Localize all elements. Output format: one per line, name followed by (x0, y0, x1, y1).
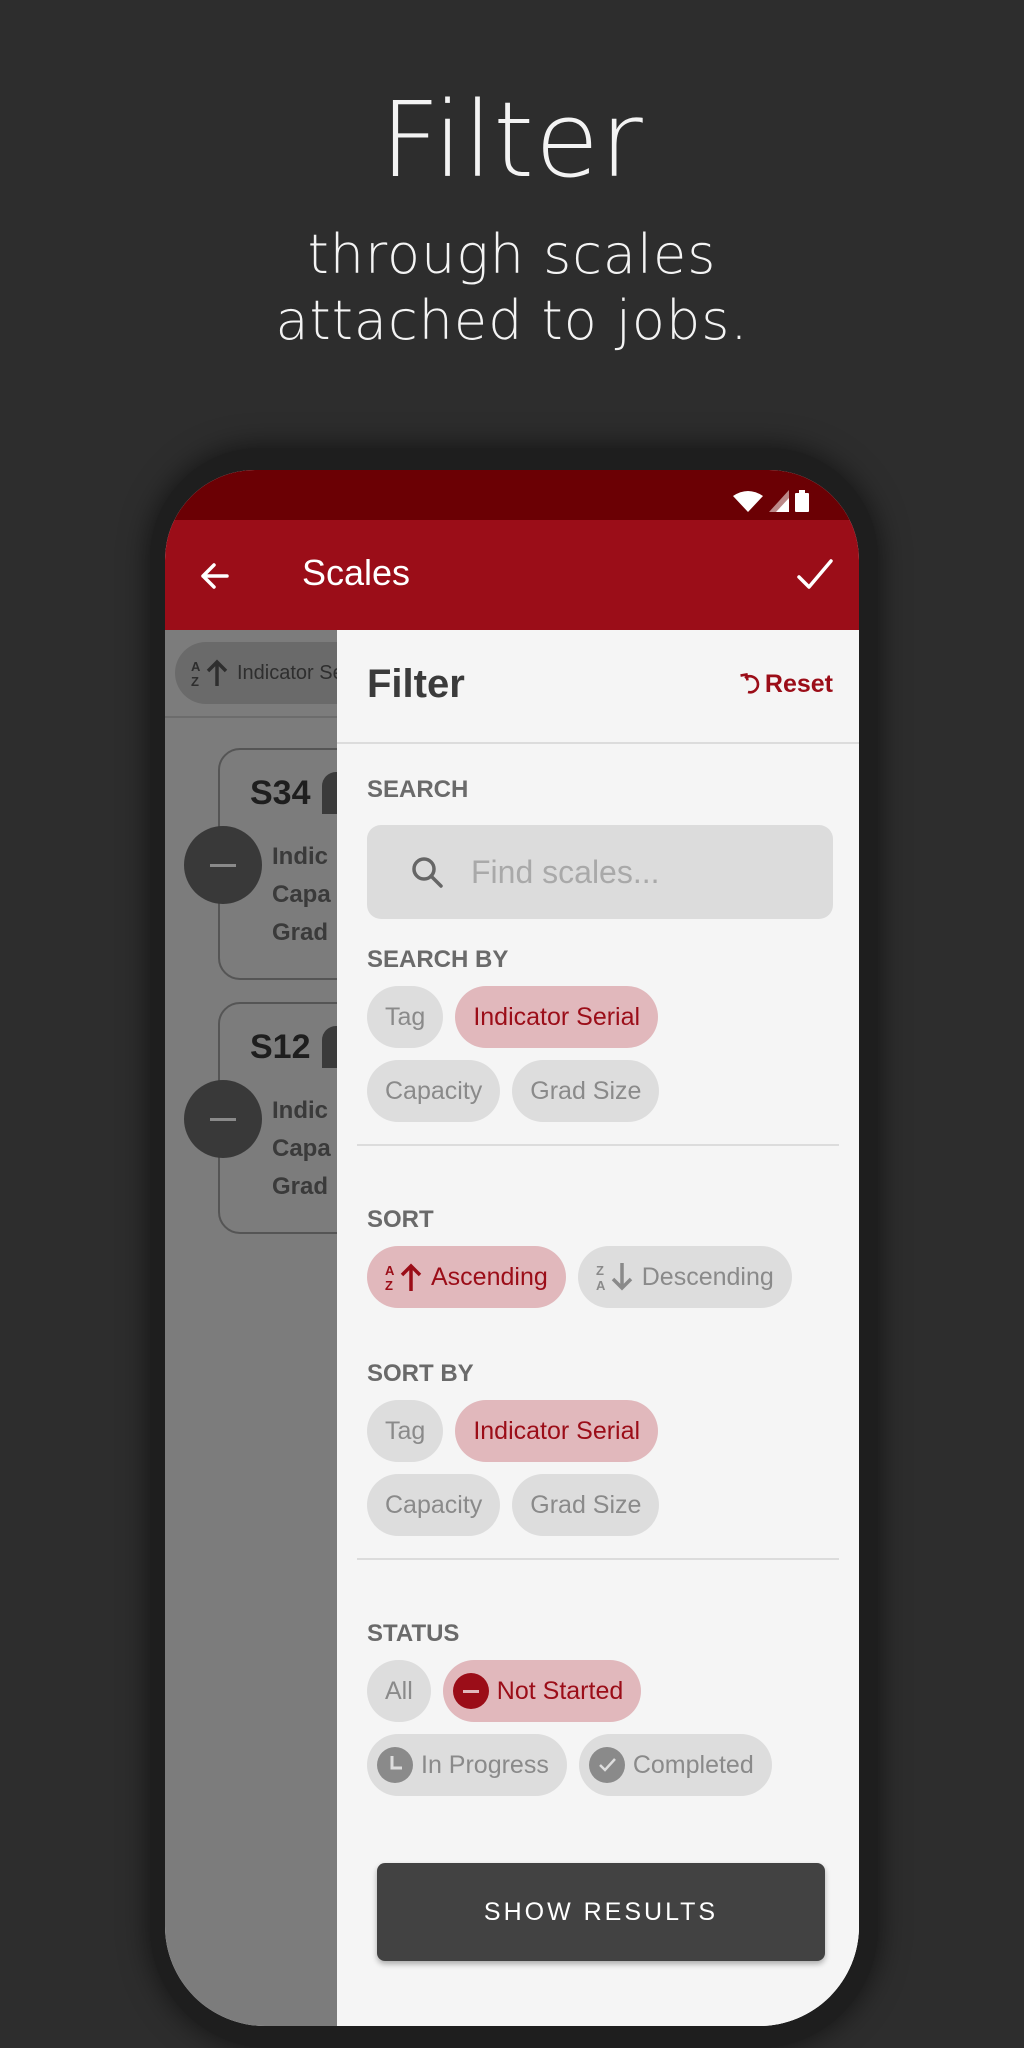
status-bar (165, 470, 859, 520)
card-line: Capa (272, 881, 331, 908)
sort-chip-ascending[interactable]: A Z Ascending (367, 1246, 566, 1308)
status-section-label: STATUS (367, 1620, 460, 1647)
promo-subtitle-line-1: through scales (307, 223, 717, 286)
section-divider (357, 1558, 839, 1560)
scale-card-details: Indic Capa Grad (272, 838, 331, 952)
sort-by-section-label: SORT BY (367, 1360, 474, 1387)
header-divider (337, 742, 859, 744)
wifi-icon (733, 491, 763, 512)
app-bar: Scales (165, 520, 859, 630)
svg-text:A: A (596, 1278, 606, 1292)
sort-chip-label: Ascending (431, 1262, 548, 1291)
promo-title: Filter (380, 79, 644, 201)
sort-chips-row: A Z Ascending Z A Descending (367, 1246, 792, 1308)
filter-title: Filter (367, 662, 465, 706)
status-chip-not-started[interactable]: Not Started (442, 1660, 642, 1722)
check-circle-icon (588, 1747, 625, 1783)
search-by-chips-row-2: Capacity Grad Size (367, 1060, 660, 1122)
search-by-chip-tag[interactable]: Tag (367, 986, 444, 1048)
card-line: Grad (272, 919, 329, 946)
sort-ascending-icon: A Z (191, 659, 228, 688)
sort-section-label: SORT (367, 1206, 434, 1233)
sort-by-chip-indicator-serial[interactable]: Indicator Serial (455, 1400, 659, 1462)
scale-card[interactable]: S34 Indic Capa Grad (184, 748, 337, 980)
status-chip-in-progress[interactable]: In Progress (367, 1734, 567, 1796)
search-icon (412, 857, 443, 888)
app-title: Scales (302, 552, 411, 593)
current-sort-chip: A Z Indicator Serial (175, 642, 337, 704)
sort-chip-label: Descending (641, 1262, 774, 1291)
clock-icon (377, 1747, 413, 1783)
status-chips-row-2: In Progress Completed (367, 1734, 772, 1796)
card-line: Grad (272, 1173, 329, 1200)
status-chip-label: Completed (632, 1750, 754, 1779)
card-line: Indic (272, 1097, 329, 1124)
filter-footer: SHOW RESULTS (337, 1830, 859, 2026)
scale-card-title: S12 (250, 1028, 311, 1066)
current-sort-label: Indicator Serial (237, 661, 337, 684)
scale-card-title: S34 (250, 774, 311, 812)
section-divider (357, 1144, 839, 1146)
check-icon[interactable] (793, 553, 837, 597)
arrow-left-icon[interactable] (195, 556, 235, 596)
search-input[interactable] (471, 853, 811, 891)
promo-subtitle: through scales attached to jobs. (0, 222, 1024, 354)
search-by-chip-capacity[interactable]: Capacity (367, 1060, 501, 1122)
status-chips-row-1: All Not Started (367, 1660, 642, 1722)
signal-icon (769, 490, 789, 512)
status-chip-all[interactable]: All (367, 1660, 431, 1722)
svg-text:A: A (385, 1263, 395, 1278)
svg-text:A: A (191, 659, 201, 674)
search-by-section-label: SEARCH BY (367, 946, 509, 973)
sort-ascending-icon: A Z (385, 1263, 422, 1292)
show-results-button[interactable]: SHOW RESULTS (377, 1863, 825, 1961)
search-by-chips-row-1: Tag Indicator Serial (367, 986, 659, 1048)
card-line: Indic (272, 843, 329, 870)
phone-screen: Scales A Z Indicator Serial S34 Indic Ca… (165, 470, 859, 2026)
status-chip-label: In Progress (421, 1750, 549, 1779)
search-by-chip-indicator-serial[interactable]: Indicator Serial (455, 986, 659, 1048)
reset-button[interactable]: Reset (739, 670, 833, 699)
promo-subtitle-line-2: attached to jobs. (275, 289, 749, 352)
search-by-chip-grad-size[interactable]: Grad Size (512, 1060, 660, 1122)
sort-by-chips-row-2: Capacity Grad Size (367, 1474, 660, 1536)
undo-icon (740, 672, 760, 694)
search-section-label: SEARCH (367, 776, 469, 803)
tag-badge (322, 772, 337, 814)
search-field[interactable] (367, 825, 833, 919)
not-started-icon (184, 826, 262, 904)
filter-drawer: Filter Reset SEARCH SEARCH BY Tag Indica… (337, 630, 859, 2026)
reset-label: Reset (764, 670, 833, 698)
card-line: Capa (272, 1135, 331, 1162)
svg-text:Z: Z (596, 1263, 604, 1278)
svg-text:Z: Z (385, 1278, 393, 1292)
scale-card-details: Indic Capa Grad (272, 1092, 331, 1206)
status-icons (733, 490, 809, 512)
scales-list-scrim[interactable]: A Z Indicator Serial S34 Indic Capa Grad… (165, 630, 337, 2026)
sort-descending-icon: Z A (596, 1263, 632, 1292)
sort-chip-descending[interactable]: Z A Descending (577, 1246, 792, 1308)
status-chip-completed[interactable]: Completed (578, 1734, 772, 1796)
list-divider (165, 716, 337, 718)
not-started-icon (452, 1673, 489, 1709)
svg-text:Z: Z (191, 674, 199, 688)
status-chip-label: Not Started (496, 1676, 624, 1705)
scale-card[interactable]: S12 Indic Capa Grad (184, 1002, 337, 1234)
sort-by-chip-grad-size[interactable]: Grad Size (512, 1474, 660, 1536)
sort-by-chip-capacity[interactable]: Capacity (367, 1474, 501, 1536)
battery-icon (795, 490, 809, 512)
sort-by-chip-tag[interactable]: Tag (367, 1400, 444, 1462)
sort-by-chips-row-1: Tag Indicator Serial (367, 1400, 659, 1462)
tag-badge (322, 1026, 337, 1068)
not-started-icon (184, 1080, 262, 1158)
